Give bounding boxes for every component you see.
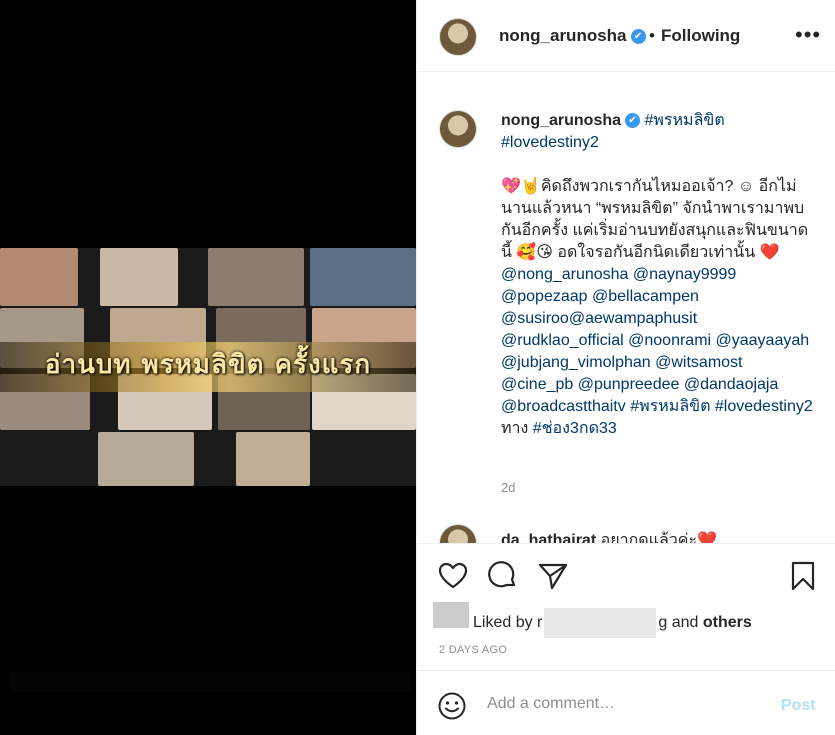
separator-dot: • (649, 26, 655, 45)
caption-mentions[interactable]: @nong_arunosha @naynay9999 @popezaap @be… (501, 266, 813, 415)
caption-avatar[interactable] (439, 110, 477, 148)
caption-emoji: 💖🤘 (501, 178, 541, 195)
comment-input[interactable] (487, 695, 767, 713)
more-options-icon[interactable]: ••• (795, 22, 821, 48)
post-timestamp[interactable]: 2 DAYS AGO (439, 644, 507, 656)
emoji-icon[interactable] (437, 691, 467, 721)
post-dialog: อ่านบท พรหมลิขิต ครั้งแรก nong_arunosha ✔… (0, 0, 835, 735)
comment: da_hathairat อยากดูแล้วค่ะ❤️ (501, 528, 717, 544)
verified-icon: ✔ (625, 113, 641, 129)
post-button[interactable]: Post (781, 697, 816, 715)
caption-age[interactable]: 2d (501, 480, 515, 495)
action-bar (417, 544, 835, 604)
caption: nong_arunosha ✔ #พรหมลิขิต #lovedestiny2 … (501, 110, 819, 440)
caption-body: 💖🤘คิดถึงพวกเรากันไหมออเจ้า? ☺ อีกไม่นานแ… (501, 176, 819, 440)
author-username-text[interactable]: nong_arunosha (499, 26, 627, 45)
liked-by-others[interactable]: others (703, 614, 752, 631)
media-pane[interactable]: อ่านบท พรหมลิขิต ครั้งแรก (0, 0, 416, 735)
liked-by-avatar[interactable] (433, 602, 469, 628)
liked-by-and: and (671, 614, 699, 632)
avatar[interactable] (439, 18, 477, 56)
bookmark-icon[interactable] (787, 560, 819, 592)
post-header: nong_arunosha ✔ • Following ••• (417, 0, 835, 72)
liked-by-name-end[interactable]: g (658, 614, 667, 631)
following-button[interactable]: Following (661, 26, 740, 46)
liked-by: Liked by r g and others (473, 608, 752, 638)
add-comment-bar: Post (417, 670, 835, 735)
author-username[interactable]: nong_arunosha ✔ (499, 26, 646, 46)
verified-icon: ✔ (630, 29, 646, 45)
comment-icon[interactable] (487, 560, 519, 592)
caption-channel-tag[interactable]: #ช่อง3กด33 (533, 420, 617, 437)
caption-username[interactable]: nong_arunosha (501, 112, 621, 129)
video-controls-hint (10, 672, 410, 692)
redacted-name (544, 608, 657, 638)
share-icon[interactable] (537, 560, 569, 592)
comment-text: อยากดูแล้วค่ะ❤️ (600, 532, 717, 544)
comment-avatar[interactable] (439, 524, 477, 543)
caption-text-2: ทาง (501, 420, 533, 437)
caption-text: คิดถึงพวกเรากันไหมออเจ้า? ☺ อีกไม่นานแล้… (501, 178, 809, 261)
comment-username[interactable]: da_hathairat (501, 532, 596, 543)
post-sidebar: nong_arunosha ✔ • Following ••• nong_arun… (416, 0, 835, 735)
liked-by-prefix: Liked by (473, 614, 533, 632)
heart-icon[interactable] (437, 560, 469, 592)
video-title: อ่านบท พรหมลิขิต ครั้งแรก (44, 350, 372, 380)
liked-by-name-start[interactable]: r (537, 614, 542, 631)
comments-list[interactable]: nong_arunosha ✔ #พรหมลิขิต #lovedestiny2 … (417, 72, 835, 544)
